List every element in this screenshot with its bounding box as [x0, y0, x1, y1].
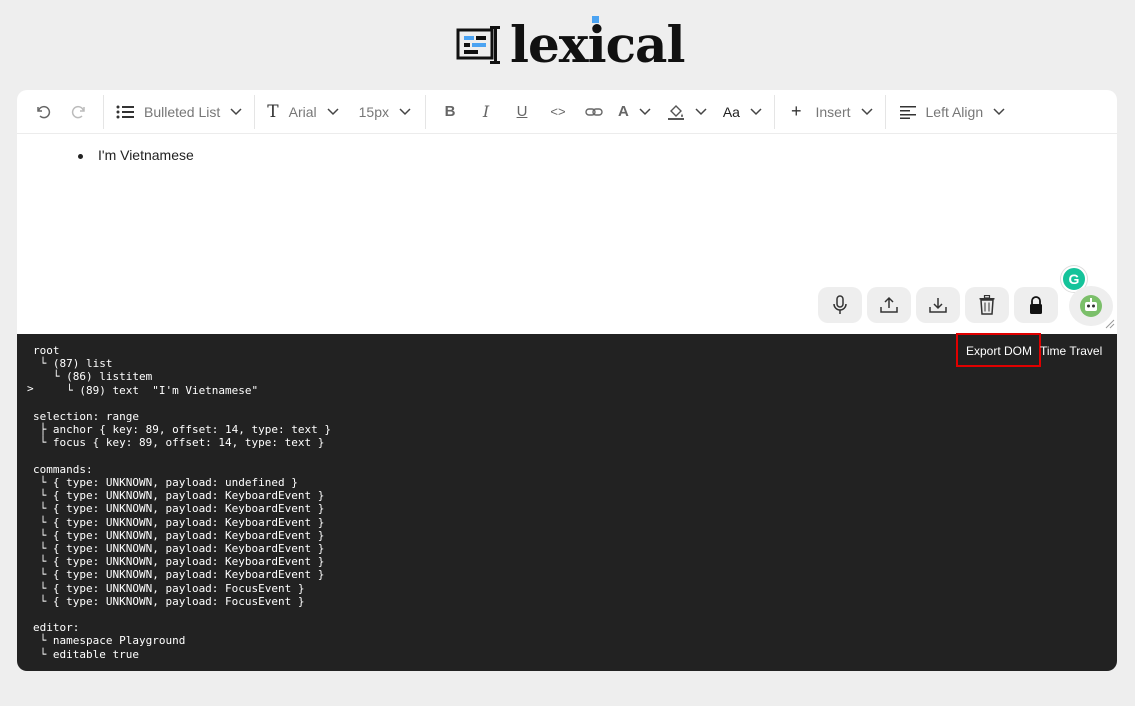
bold-button[interactable]: B — [432, 96, 468, 128]
clear-button[interactable] — [965, 287, 1009, 323]
bg-color-dropdown[interactable] — [657, 96, 713, 128]
align-label: Left Align — [925, 103, 984, 120]
link-button[interactable] — [576, 96, 612, 128]
toolbar-divider — [103, 94, 104, 129]
editor-shell: Bulleted List T Arial 15px B I U <> A Aa… — [17, 90, 1117, 671]
insert-label: Insert — [815, 103, 851, 120]
block-type-dropdown[interactable]: Bulleted List — [110, 96, 248, 128]
font-color-dropdown[interactable]: A — [612, 96, 657, 128]
align-dropdown[interactable]: Left Align — [892, 96, 1012, 128]
selected-node-caret: > — [27, 382, 34, 395]
chevron-down-icon — [750, 107, 762, 115]
font-family-label: Arial — [288, 103, 317, 120]
italic-button[interactable]: I — [468, 96, 504, 128]
trash-icon — [979, 295, 995, 315]
toolbar-divider — [254, 94, 256, 129]
chevron-down-icon — [639, 107, 651, 115]
export-dom-button[interactable]: Export DOM — [966, 344, 1032, 358]
toolbar: Bulleted List T Arial 15px B I U <> A Aa… — [17, 90, 1117, 134]
lock-icon — [1030, 296, 1042, 314]
bulleted-list-icon — [116, 105, 134, 118]
tree-view-panel: root └ (87) list └ (86) listitem └ (89) … — [17, 333, 1117, 671]
code-icon: <> — [550, 104, 566, 119]
robot-icon — [1080, 295, 1102, 317]
insert-dropdown[interactable]: + Insert — [781, 96, 879, 128]
text-format-icon: Aa — [722, 103, 740, 120]
chevron-down-icon — [860, 107, 873, 115]
font-size-dropdown[interactable]: 15px — [345, 96, 419, 128]
chevron-down-icon — [230, 107, 242, 115]
upload-icon — [880, 296, 898, 313]
chevron-down-icon — [695, 107, 707, 115]
chevron-down-icon — [327, 107, 339, 115]
tree-view-content: root └ (87) list └ (86) listitem └ (89) … — [33, 344, 332, 661]
chevron-down-icon — [993, 107, 1005, 115]
font-family-dropdown[interactable]: T Arial — [261, 96, 344, 128]
download-icon — [929, 298, 947, 313]
bulleted-list: I'm Vietnamese — [78, 147, 194, 163]
time-travel-button[interactable]: Time Travel — [1040, 344, 1102, 358]
font-family-icon: T — [267, 101, 279, 122]
font-size-label: 15px — [358, 103, 389, 120]
microphone-icon — [833, 295, 847, 314]
font-color-icon: A — [618, 103, 629, 120]
resize-handle-icon[interactable] — [1105, 319, 1115, 329]
redo-button[interactable] — [61, 96, 97, 128]
text-format-dropdown[interactable]: Aa — [713, 96, 768, 128]
toolbar-divider — [425, 94, 426, 129]
left-align-icon — [899, 105, 916, 119]
speech-to-text-button[interactable] — [818, 287, 862, 323]
link-icon — [585, 107, 603, 116]
logo-dot — [592, 16, 599, 23]
logo-mark-icon — [456, 26, 500, 64]
undo-button[interactable] — [25, 96, 61, 128]
logo-text: lexical — [510, 15, 685, 74]
code-button[interactable]: <> — [540, 96, 576, 128]
chevron-down-icon — [399, 107, 411, 115]
list-item[interactable]: I'm Vietnamese — [78, 147, 194, 163]
undo-icon — [37, 105, 51, 118]
block-type-label: Bulleted List — [144, 103, 221, 120]
toolbar-divider — [884, 94, 886, 129]
toolbar-divider — [773, 94, 775, 129]
export-button[interactable] — [916, 287, 960, 323]
paint-bucket-icon — [667, 104, 684, 120]
import-button[interactable] — [867, 287, 911, 323]
plus-icon: + — [790, 101, 802, 121]
redo-icon — [71, 105, 85, 118]
lexical-logo: lexical — [456, 15, 685, 74]
underline-button[interactable]: U — [504, 96, 540, 128]
lock-button[interactable] — [1014, 287, 1058, 323]
